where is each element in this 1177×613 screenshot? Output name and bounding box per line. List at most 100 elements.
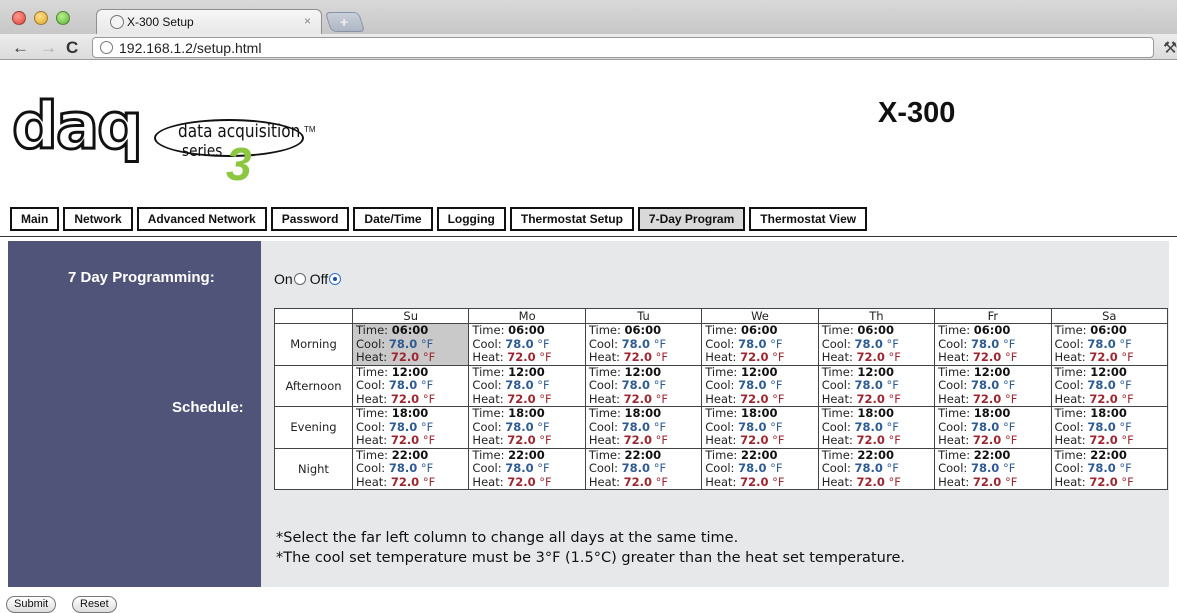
schedule-cell[interactable]: Time: 22:00 Cool: 78.0 °F Heat: 72.0 °F: [1050, 447, 1169, 490]
schedule-cell[interactable]: Time: 06:00 Cool: 78.0 °F Heat: 72.0 °F: [934, 323, 1052, 366]
schedule-cell[interactable]: Time: 22:00 Cool: 78.0 °F Heat: 72.0 °F: [817, 447, 936, 490]
heat-unit: °F: [1117, 350, 1134, 364]
heat-value: 72.0: [740, 350, 769, 364]
time-value: 22:00: [508, 447, 545, 462]
schedule-cell[interactable]: Time: 12:00 Cool: 78.0 °F Heat: 72.0 °F: [584, 364, 703, 407]
close-window-button[interactable]: [12, 11, 26, 25]
schedule-cell[interactable]: Time: 22:00 Cool: 78.0 °F Heat: 72.0 °F: [584, 447, 703, 490]
heat-unit: °F: [768, 391, 785, 406]
schedule-cell[interactable]: Time: 18:00 Cool: 78.0 °F Heat: 72.0 °F: [1050, 406, 1169, 449]
schedule-cell[interactable]: Time: 06:00 Cool: 78.0 °F Heat: 72.0 °F: [701, 323, 819, 366]
day-header: We: [701, 308, 819, 324]
schedule-cell[interactable]: Time: 22:00 Cool: 78.0 °F Heat: 72.0 °F: [351, 447, 470, 490]
corner-header: [274, 308, 353, 324]
zoom-window-button[interactable]: [56, 11, 70, 25]
tab-7-day-program[interactable]: 7-Day Program: [637, 207, 746, 231]
tab-date-time[interactable]: Date/Time: [353, 207, 433, 231]
schedule-cell[interactable]: Time: 18:00 Cool: 78.0 °F Heat: 72.0 °F: [817, 406, 936, 449]
period-cell[interactable]: Afternoon: [274, 364, 353, 407]
wrench-icon[interactable]: ⚒: [1163, 38, 1177, 57]
schedule-cell[interactable]: Time: 12:00 Cool: 78.0 °F Heat: 72.0 °F: [817, 364, 936, 407]
heat-label: Heat:: [588, 433, 624, 447]
forward-icon[interactable]: →: [40, 39, 57, 56]
period-cell[interactable]: Morning: [274, 323, 353, 366]
browser-tab[interactable]: X-300 Setup ×: [96, 9, 322, 34]
schedule-cell[interactable]: Time: 22:00 Cool: 78.0 °F Heat: 72.0 °F: [934, 447, 1052, 490]
schedule-cell[interactable]: Time: 22:00 Cool: 78.0 °F Heat: 72.0 °F: [701, 447, 819, 490]
reset-button[interactable]: Reset: [72, 596, 117, 613]
heat-unit: °F: [535, 433, 552, 447]
schedule-cell[interactable]: Time: 06:00 Cool: 78.0 °F Heat: 72.0 °F: [351, 323, 470, 366]
close-icon[interactable]: ×: [304, 14, 311, 28]
heat-label: Heat:: [1054, 433, 1090, 447]
schedule-cell[interactable]: Time: 12:00 Cool: 78.0 °F Heat: 72.0 °F: [351, 364, 470, 407]
schedule-cell[interactable]: Time: 06:00 Cool: 78.0 °F Heat: 72.0 °F: [1050, 323, 1169, 366]
back-icon[interactable]: ←: [12, 39, 29, 56]
schedule-cell[interactable]: Time: 12:00 Cool: 78.0 °F Heat: 72.0 °F: [701, 364, 819, 407]
cool-unit: °F: [1115, 419, 1132, 434]
time-value: 18:00: [624, 406, 662, 420]
schedule-cell[interactable]: Time: 18:00 Cool: 78.0 °F Heat: 72.0 °F: [468, 406, 586, 449]
time-label: Time:: [356, 406, 392, 420]
cool-unit: °F: [766, 419, 783, 434]
heat-label: Heat:: [588, 391, 624, 406]
heat-label: Heat:: [938, 391, 973, 406]
cool-value: 78.0: [854, 419, 883, 434]
heat-unit: °F: [652, 474, 669, 489]
cool-unit: °F: [766, 378, 783, 392]
schedule-cell[interactable]: Time: 18:00 Cool: 78.0 °F Heat: 72.0 °F: [701, 406, 819, 449]
cool-value: 78.0: [1087, 336, 1116, 351]
heat-value: 72.0: [972, 391, 1002, 406]
cool-value: 78.0: [621, 461, 651, 475]
cool-value: 78.0: [854, 336, 883, 351]
cool-value: 78.0: [738, 461, 767, 475]
on-radio[interactable]: [293, 273, 306, 285]
tab-thermostat-view[interactable]: Thermostat View: [749, 207, 868, 231]
heat-unit: °F: [535, 474, 552, 489]
heat-value: 72.0: [1089, 391, 1118, 406]
schedule-cell[interactable]: Time: 22:00 Cool: 78.0 °F Heat: 72.0 °F: [468, 447, 586, 490]
heat-value: 72.0: [390, 474, 420, 489]
tab-logging[interactable]: Logging: [436, 207, 506, 231]
time-label: Time:: [938, 323, 974, 337]
address-bar[interactable]: 192.168.1.2/setup.html: [92, 37, 1154, 58]
tab-main[interactable]: Main: [10, 207, 60, 231]
schedule-cell[interactable]: Time: 12:00 Cool: 78.0 °F Heat: 72.0 °F: [934, 364, 1052, 407]
tab-advanced-network[interactable]: Advanced Network: [136, 207, 267, 231]
schedule-cell[interactable]: Time: 18:00 Cool: 78.0 °F Heat: 72.0 °F: [584, 406, 703, 449]
note-temperature-rule: *The cool set temperature must be 3°F (1…: [276, 550, 905, 566]
time-value: 22:00: [857, 447, 894, 462]
cool-unit: °F: [882, 419, 899, 434]
globe-icon: [100, 41, 113, 54]
schedule-cell[interactable]: Time: 12:00 Cool: 78.0 °F Heat: 72.0 °F: [468, 364, 586, 407]
tab-thermostat-setup[interactable]: Thermostat Setup: [509, 207, 634, 231]
schedule-cell[interactable]: Time: 06:00 Cool: 78.0 °F Heat: 72.0 °F: [468, 323, 586, 366]
period-cell[interactable]: Evening: [274, 406, 353, 449]
schedule-cell[interactable]: Time: 18:00 Cool: 78.0 °F Heat: 72.0 °F: [351, 406, 470, 449]
heat-label: Heat:: [938, 433, 973, 447]
heat-label: Heat:: [821, 350, 857, 364]
on-label: On: [274, 271, 293, 287]
minimize-window-button[interactable]: [34, 11, 48, 25]
heat-label: Heat:: [588, 350, 624, 364]
heat-value: 72.0: [507, 474, 536, 489]
schedule-cell[interactable]: Time: 18:00 Cool: 78.0 °F Heat: 72.0 °F: [934, 406, 1052, 449]
cool-value: 78.0: [621, 419, 651, 434]
schedule-cell[interactable]: Time: 12:00 Cool: 78.0 °F Heat: 72.0 °F: [1050, 364, 1169, 407]
heat-unit: °F: [419, 350, 436, 364]
cool-unit: °F: [999, 378, 1016, 392]
off-radio[interactable]: [329, 273, 342, 285]
heat-unit: °F: [768, 474, 785, 489]
schedule-cell[interactable]: Time: 06:00 Cool: 78.0 °F Heat: 72.0 °F: [817, 323, 936, 366]
schedule-cell[interactable]: Time: 06:00 Cool: 78.0 °F Heat: 72.0 °F: [584, 323, 703, 366]
time-value: 22:00: [624, 447, 662, 462]
period-cell[interactable]: Night: [274, 447, 353, 490]
tab-password[interactable]: Password: [270, 207, 350, 231]
tab-network[interactable]: Network: [63, 207, 133, 231]
new-tab-button[interactable]: +: [324, 12, 366, 32]
time-value: 12:00: [391, 364, 429, 379]
cool-unit: °F: [999, 419, 1016, 434]
submit-button[interactable]: Submit: [6, 596, 57, 613]
day-header: Mo: [468, 308, 586, 324]
reload-icon[interactable]: C: [66, 39, 78, 56]
